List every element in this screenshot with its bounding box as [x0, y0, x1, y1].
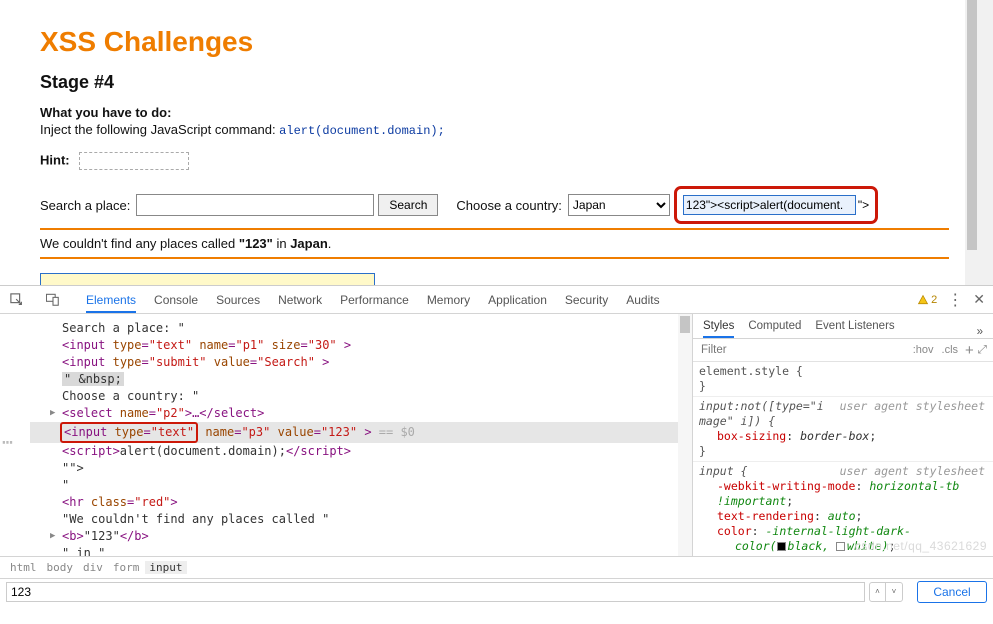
hidden-p3-input[interactable] [683, 195, 856, 215]
close-devtools-icon[interactable]: ✕ [973, 291, 985, 308]
xss-trailing-text: "> [858, 198, 869, 212]
injected-field-highlight: "> [674, 186, 878, 224]
dom-line-input-submit[interactable]: <input type="submit" value="Search" > [30, 354, 688, 371]
styles-tabs: Styles Computed Event Listeners » [693, 314, 993, 339]
dom-line-nbsp[interactable]: " &nbsp; [30, 371, 688, 388]
toolbar-right: 2 ⋮ ✕ [917, 290, 985, 310]
dom-line-stray-text[interactable]: ""> [30, 460, 688, 477]
inject-instruction: Inject the following JavaScript command:… [40, 122, 949, 138]
warnings-count: 2 [931, 294, 937, 306]
devtools-panel: Elements Console Sources Network Perform… [0, 285, 993, 624]
page-scrollbar[interactable] [965, 0, 979, 285]
styles-more-icon[interactable]: » [977, 326, 983, 338]
country-label: Choose a country: [456, 198, 562, 213]
dom-breadcrumbs: html body div form input [0, 556, 993, 578]
divider-top [40, 228, 949, 230]
tab-audits[interactable]: Audits [626, 287, 659, 313]
webpage-viewport: XSS Challenges Stage #4 What you have to… [0, 0, 993, 285]
add-rule-icon[interactable]: + [965, 342, 974, 359]
hint-box [79, 152, 189, 170]
device-toggle-icon[interactable] [44, 291, 62, 309]
tab-performance[interactable]: Performance [340, 287, 409, 313]
styles-tab-styles[interactable]: Styles [703, 320, 734, 338]
crumb-input[interactable]: input [145, 561, 186, 574]
styles-pin-icon[interactable]: ⤢ [978, 344, 987, 357]
styles-tab-computed[interactable]: Computed [748, 320, 801, 338]
cls-toggle[interactable]: .cls [942, 344, 959, 356]
cancel-button[interactable]: Cancel [917, 581, 987, 603]
dom-line-result-text[interactable]: "We couldn't find any places called " [30, 511, 688, 528]
divider-bottom [40, 257, 949, 259]
styles-tab-event-listeners[interactable]: Event Listeners [815, 320, 894, 338]
devtools-body: ⋯ Search a place: " <input type="text" n… [0, 314, 993, 556]
tab-elements[interactable]: Elements [86, 287, 136, 313]
todo-heading: What you have to do: [40, 105, 949, 120]
result-term: "123" [239, 236, 273, 251]
dom-scrollbar[interactable] [678, 314, 692, 556]
attribute-edit-bar: ˄ ˅ Cancel [0, 578, 993, 604]
attribute-value-input[interactable] [6, 582, 865, 602]
dom-line-quote[interactable]: " [30, 477, 688, 494]
search-button[interactable]: Search [378, 194, 438, 216]
result-mid: in [276, 236, 290, 251]
crumb-html[interactable]: html [6, 561, 41, 574]
scrollbar-thumb[interactable] [967, 0, 977, 250]
crumb-body[interactable]: body [43, 561, 78, 574]
devtools-toolbar: Elements Console Sources Network Perform… [0, 286, 993, 314]
page-content: XSS Challenges Stage #4 What you have to… [0, 0, 979, 322]
tab-console[interactable]: Console [154, 287, 198, 313]
dom-scrollbar-thumb[interactable] [680, 316, 690, 333]
tab-sources[interactable]: Sources [216, 287, 260, 313]
dom-line-choose-country[interactable]: Choose a country: " [30, 388, 688, 405]
tab-network[interactable]: Network [278, 287, 322, 313]
result-line: We couldn't find any places called "123"… [40, 236, 949, 251]
place-input[interactable] [136, 194, 374, 216]
expand-triangle-icon[interactable]: ▶ [50, 405, 55, 422]
kebab-menu-icon[interactable]: ⋮ [947, 290, 963, 310]
crumb-form[interactable]: form [109, 561, 144, 574]
hov-toggle[interactable]: :hov [913, 344, 934, 356]
warnings-badge[interactable]: 2 [917, 294, 937, 306]
expand-triangle-icon[interactable]: ▶ [50, 528, 55, 545]
dom-line-text[interactable]: Search a place: " [30, 320, 688, 337]
tab-memory[interactable]: Memory [427, 287, 470, 313]
stepper-down-icon[interactable]: ˅ [886, 583, 902, 601]
country-select[interactable]: Japan [568, 194, 670, 216]
page-title: XSS Challenges [40, 26, 949, 58]
dom-line-select[interactable]: ▶ <select name="p2">…</select> [30, 405, 688, 422]
dom-line-hr[interactable]: <hr class="red"> [30, 494, 688, 511]
styles-rules[interactable]: element.style { } input:not([type="iuser… [693, 362, 993, 556]
stepper-up-icon[interactable]: ˄ [870, 583, 886, 601]
tab-application[interactable]: Application [488, 287, 547, 313]
dom-line-in[interactable]: " in " [30, 545, 688, 556]
result-prefix: We couldn't find any places called [40, 236, 239, 251]
dom-line-input-p1[interactable]: <input type="text" name="p1" size="30" > [30, 337, 688, 354]
styles-filter-row: :hov .cls + ⤢ [693, 339, 993, 362]
stage-heading: Stage #4 [40, 72, 949, 93]
inspect-icon[interactable] [8, 291, 26, 309]
value-stepper[interactable]: ˄ ˅ [869, 582, 903, 602]
styles-filter-input[interactable] [699, 341, 909, 359]
search-row: Search a place: Search Choose a country:… [40, 186, 949, 224]
dom-line-script[interactable]: <script>alert(document.domain);</script> [30, 443, 688, 460]
inject-code: alert(document.domain); [279, 124, 445, 138]
result-suffix: . [328, 236, 332, 251]
dom-line-input-p3-selected[interactable]: <input type="text" name="p3" value="123"… [30, 422, 688, 443]
search-label: Search a place: [40, 198, 130, 213]
tab-security[interactable]: Security [565, 287, 608, 313]
crumb-div[interactable]: div [79, 561, 107, 574]
devtools-tabs: Elements Console Sources Network Perform… [86, 287, 660, 313]
hint-row: Hint: [40, 152, 949, 170]
line-actions-icon[interactable]: ⋯ [2, 432, 11, 453]
hint-label: Hint: [40, 152, 70, 167]
inject-prefix: Inject the following JavaScript command: [40, 122, 279, 137]
dom-tree-panel[interactable]: ⋯ Search a place: " <input type="text" n… [0, 314, 693, 556]
styles-panel: Styles Computed Event Listeners » :hov .… [693, 314, 993, 556]
dom-line-bold[interactable]: ▶ <b>"123"</b> [30, 528, 688, 545]
result-country: Japan [290, 236, 328, 251]
dom-lines: Search a place: " <input type="text" nam… [0, 314, 692, 556]
